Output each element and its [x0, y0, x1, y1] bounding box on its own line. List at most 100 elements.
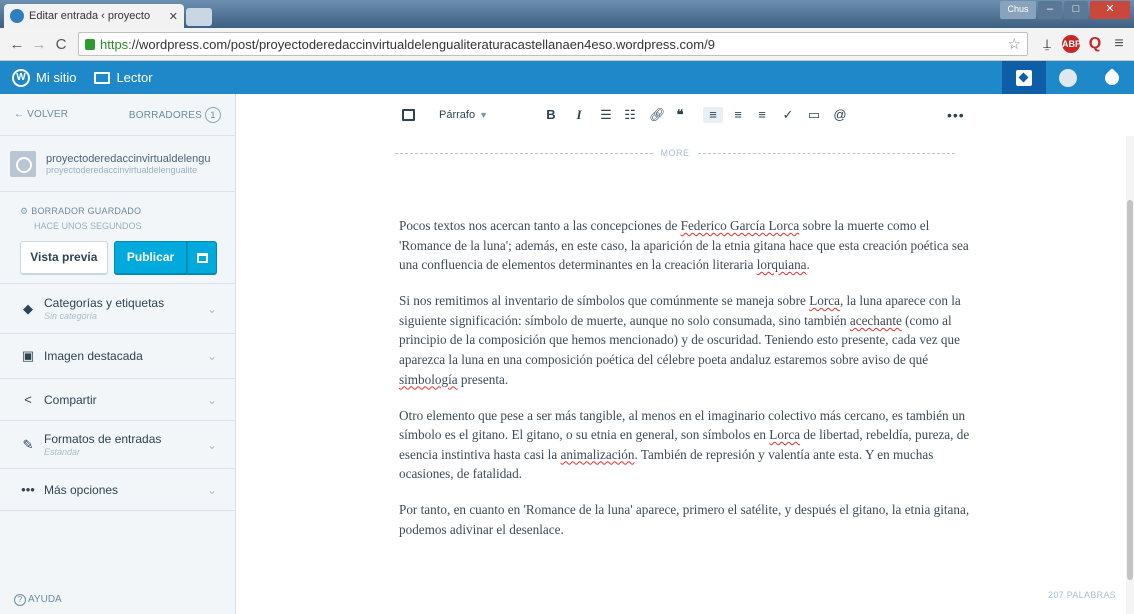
paragraph: Otro elemento que pese a ser más tangibl…: [399, 407, 970, 482]
masterbar-right: [1002, 61, 1134, 94]
paragraph: Pocos textos nos acercan tanto a las con…: [399, 218, 969, 273]
back-arrow-icon[interactable]: ←: [6, 36, 28, 53]
editor-scrollbar[interactable]: [1126, 136, 1134, 614]
word-count: 207 PALABRAS: [1048, 590, 1116, 600]
paragraph: Si nos remitimos al inventario de símbol…: [399, 293, 961, 387]
notifications-button[interactable]: [1090, 61, 1134, 94]
insert-more-icon[interactable]: ▭: [807, 107, 821, 123]
address-bar-row: ← → C https://wordpress.com/post/proyect…: [0, 28, 1134, 61]
url-scheme: https:: [100, 36, 132, 52]
bookmark-star-icon[interactable]: ☆: [1008, 35, 1021, 53]
accordion-featured-image[interactable]: ▣ Imagen destacada ⌄: [0, 334, 235, 379]
drafts-count-badge: 1: [205, 106, 221, 123]
site-url: proyectoderedaccinvirtualdelengualite: [46, 164, 198, 175]
close-window-button[interactable]: ✕: [1090, 1, 1130, 19]
schedule-button[interactable]: [187, 241, 217, 275]
write-icon: [1016, 69, 1032, 86]
italic-button[interactable]: I: [572, 107, 586, 123]
url-path: //wordpress.com/post/proyectoderedaccinv…: [131, 36, 715, 52]
browser-tab[interactable]: Editar entrada ‹ proyecto ✕: [4, 4, 184, 28]
accordion-label: Categorías y etiquetas: [44, 296, 165, 310]
accordion-categories[interactable]: ◆ Categorías y etiquetas Sin categoría ⌄: [0, 284, 235, 334]
my-site-label: Mi sitio: [36, 70, 77, 85]
accordion-sharing[interactable]: < Compartir ⌄: [0, 379, 235, 421]
help-link[interactable]: ? AYUDA: [14, 594, 62, 606]
share-icon: <: [24, 392, 32, 407]
drafts-button[interactable]: BORRADORES 1: [128, 106, 221, 123]
more-tag-label: MORE: [660, 148, 690, 158]
wordpress-logo-icon: W: [12, 68, 30, 87]
minimize-button[interactable]: –: [1038, 1, 1062, 19]
tab-close-icon[interactable]: ✕: [169, 10, 178, 23]
chevron-down-icon: ⌄: [206, 392, 217, 407]
adblock-icon[interactable]: ABP: [1062, 35, 1081, 53]
forward-arrow-icon[interactable]: →: [28, 36, 50, 53]
spellcheck-icon[interactable]: ✓: [781, 107, 795, 123]
url-field[interactable]: https://wordpress.com/post/proyectodered…: [78, 32, 1028, 56]
align-right-icon[interactable]: ≡: [755, 107, 769, 123]
mention-button[interactable]: @: [833, 107, 847, 123]
help-label: AYUDA: [28, 594, 62, 605]
window-controls: Chus – □ ✕: [1000, 1, 1130, 19]
misspelled-word: Lorca: [809, 293, 840, 309]
browser-menu-icon[interactable]: ≡: [1110, 35, 1128, 53]
lock-icon: [85, 38, 95, 50]
blockquote-icon[interactable]: ❝: [673, 107, 687, 123]
publish-button[interactable]: Publicar: [113, 241, 188, 275]
site-icon: [10, 150, 36, 177]
reload-icon[interactable]: C: [50, 36, 72, 53]
post-content[interactable]: Pocos textos nos acercan tanto a las con…: [399, 216, 979, 556]
my-site-button[interactable]: W Mi sitio: [12, 68, 77, 87]
window-user-button[interactable]: Chus: [1000, 1, 1036, 19]
maximize-button[interactable]: □: [1064, 1, 1088, 19]
image-icon: ▣: [21, 348, 35, 363]
chevron-down-icon: ⌄: [206, 349, 217, 363]
write-post-button[interactable]: [1002, 61, 1046, 94]
reader-label: Lector: [116, 70, 153, 85]
post-format-icon: ✎: [22, 436, 34, 452]
profile-button[interactable]: [1046, 61, 1090, 94]
reader-icon: [94, 71, 111, 84]
site-selector[interactable]: proyectoderedaccinvirtualdelengu proyect…: [0, 136, 235, 192]
download-extension-icon[interactable]: ⍊: [1038, 35, 1056, 53]
sidebar-header: ← VOLVER BORRADORES 1: [0, 94, 235, 136]
bold-button[interactable]: B: [544, 107, 558, 123]
save-time: HACE UNOS SEGUNDOS: [34, 221, 142, 231]
reader-button[interactable]: Lector: [94, 70, 153, 85]
tab-title: Editar entrada ‹ proyecto: [29, 10, 151, 22]
format-select[interactable]: Párrafo ▼: [439, 109, 488, 121]
new-tab-button[interactable]: [186, 8, 212, 26]
accordion-label: Formatos de entradas: [44, 432, 162, 446]
q-extension-icon[interactable]: Q: [1086, 35, 1104, 53]
accordion-post-formats[interactable]: ✎ Formatos de entradas Estándar ⌄: [0, 421, 235, 469]
misspelled-word: Federico García Lorca: [680, 218, 800, 233]
drafts-label: BORRADORES: [128, 109, 202, 121]
scrollbar-thumb[interactable]: [1127, 200, 1133, 580]
more-tools-button[interactable]: •••: [947, 107, 965, 123]
align-center-icon[interactable]: ≡: [731, 107, 745, 123]
chevron-down-icon: ▼: [479, 110, 488, 120]
extensions: ⍊ ABP Q ≡: [1038, 35, 1128, 53]
gear-icon: ⚙: [20, 206, 29, 216]
link-icon[interactable]: 🔗︎: [649, 107, 666, 123]
save-status: ⚙ BORRADOR GUARDADO: [20, 206, 217, 217]
help-icon: ?: [14, 594, 26, 606]
editor-toolbar: Párrafo ▼ B I ☰ ☷ 🔗︎ ❝ ≡ ≡ ≡ ✓ ▭ @ •••: [237, 94, 1134, 136]
chevron-down-icon: ⌄: [206, 437, 217, 452]
format-select-value: Párrafo: [439, 109, 476, 121]
accordion-label: Imagen destacada: [44, 349, 143, 363]
add-media-icon[interactable]: [402, 109, 415, 121]
post-actions: Vista previa Publicar: [20, 241, 217, 275]
misspelled-word: animalización: [560, 446, 635, 462]
ellipsis-icon: •••: [21, 482, 35, 497]
preview-button[interactable]: Vista previa: [20, 241, 108, 275]
accordion-subtitle: Sin categoría: [44, 311, 98, 321]
more-tag-separator: MORE: [395, 147, 955, 159]
wp-masterbar: W Mi sitio Lector: [0, 61, 1134, 94]
numbered-list-icon[interactable]: ☷: [623, 107, 637, 123]
back-button[interactable]: ← VOLVER: [14, 109, 68, 120]
accordion-more-options[interactable]: ••• Más opciones ⌄: [0, 469, 235, 511]
bullet-list-icon[interactable]: ☰: [599, 107, 613, 123]
accordion-label: Compartir: [44, 392, 97, 407]
align-left-icon[interactable]: ≡: [703, 107, 723, 123]
